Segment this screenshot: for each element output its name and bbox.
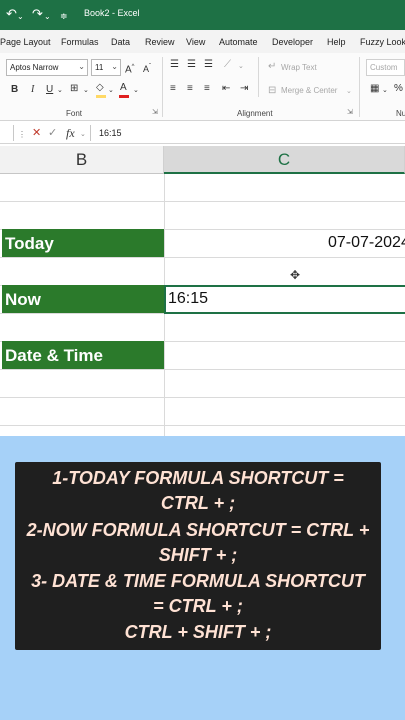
cancel-icon[interactable]: ✕ [32, 126, 41, 140]
formula-bar: ⋮ ✕ ✓ fx ⌄ 16:15 [0, 122, 405, 144]
tab-review[interactable]: Review [145, 37, 175, 47]
font-color-dropdown-icon[interactable]: ⌄ [133, 85, 139, 97]
alignment-group-label: Alignment [237, 109, 273, 118]
more-options-icon[interactable]: ⋮ [18, 128, 26, 142]
font-color-icon[interactable]: A [120, 82, 127, 94]
grid-line [0, 425, 405, 426]
tab-automate[interactable]: Automate [219, 37, 258, 47]
group-separator [258, 57, 259, 97]
accounting-dropdown-icon[interactable]: ⌄ [382, 85, 388, 97]
wrap-text-icon[interactable]: ↵ [268, 61, 276, 73]
shortcut-caption-box: 1-TODAY FORMULA SHORTCUT = CTRL + ; 2-NO… [15, 462, 381, 650]
underline-dropdown-icon[interactable]: ⌄ [57, 85, 63, 97]
grid-line [0, 397, 405, 398]
tab-data[interactable]: Data [111, 37, 130, 47]
group-separator [162, 57, 163, 117]
number-format-value: Custom [370, 63, 398, 72]
chevron-down-icon: ⌄ [78, 62, 85, 71]
tab-developer[interactable]: Developer [272, 37, 313, 47]
grid-line [0, 369, 405, 370]
grid-line [0, 201, 405, 202]
name-box[interactable] [0, 125, 14, 141]
cell-label-today[interactable]: Today [2, 229, 164, 257]
fill-color-icon[interactable]: ◇ [96, 82, 104, 94]
orientation-dropdown-icon[interactable]: ⌄ [238, 61, 244, 73]
caption-line: CTRL + ; [160, 493, 236, 513]
column-header-b[interactable]: B [0, 146, 164, 174]
number-group-label: Nu [396, 109, 405, 118]
caption-line: 2-NOW FORMULA SHORTCUT = CTRL + [26, 520, 370, 540]
underline-button[interactable]: U [46, 84, 53, 96]
fill-color-dropdown-icon[interactable]: ⌄ [108, 85, 114, 97]
caption-line: 3- DATE & TIME FORMULA SHORTCUT [31, 571, 365, 591]
borders-dropdown-icon[interactable]: ⌄ [83, 85, 89, 97]
cell-value-today[interactable]: 07-07-2024 [328, 234, 405, 252]
align-right-icon[interactable]: ≡ [204, 83, 210, 95]
italic-button[interactable]: I [31, 84, 34, 96]
align-middle-icon[interactable]: ☰ [187, 59, 196, 71]
ribbon: Aptos Narrow ⌄ 11 ⌄ A^ Aˇ B I U ⌄ ⊞ ⌄ ◇ … [0, 53, 405, 121]
tab-formulas[interactable]: Formulas [61, 37, 99, 47]
number-format-select[interactable]: Custom [366, 59, 405, 76]
chevron-down-icon: ⌄ [111, 62, 118, 71]
font-name-value: Aptos Narrow [10, 63, 59, 72]
customize-quick-access-icon[interactable]: ≑ [60, 8, 68, 24]
align-center-icon[interactable]: ≡ [187, 83, 193, 95]
cell-label-date-time[interactable]: Date & Time [2, 341, 164, 369]
caption-line: 1-TODAY FORMULA SHORTCUT = [52, 468, 344, 488]
undo-dropdown-icon[interactable]: ⌄ [17, 9, 24, 25]
fill-color-swatch [96, 95, 106, 98]
document-title: Book2 - Excel [84, 8, 140, 18]
group-separator [359, 57, 360, 117]
dialog-launcher-icon[interactable]: ⇲ [152, 107, 158, 119]
caption-line: CTRL + SHIFT + ; [124, 622, 272, 642]
font-color-swatch [119, 95, 129, 98]
grow-font-icon[interactable]: A^ [125, 61, 135, 76]
active-cell-selection [164, 285, 405, 314]
cell-label-now[interactable]: Now [2, 285, 164, 313]
tab-page-layout[interactable]: Page Layout [0, 37, 51, 47]
enter-icon[interactable]: ✓ [48, 126, 57, 140]
title-bar: ↶ ⌄ ↷ ⌄ ≑ Book2 - Excel [0, 0, 405, 30]
redo-dropdown-icon[interactable]: ⌄ [44, 9, 51, 25]
shrink-font-icon[interactable]: Aˇ [143, 61, 151, 75]
dialog-launcher-icon[interactable]: ⇲ [347, 107, 353, 119]
align-bottom-icon[interactable]: ☰ [204, 59, 213, 71]
orientation-icon[interactable]: ⟋ [224, 59, 231, 71]
borders-icon[interactable]: ⊞ [70, 83, 78, 95]
grid-line [0, 257, 405, 258]
cell-cursor-icon: ✥ [290, 268, 301, 282]
wrap-text-label[interactable]: Wrap Text [281, 63, 317, 72]
merge-center-icon[interactable]: ⊟ [268, 85, 276, 97]
caption-line: = CTRL + ; [153, 596, 243, 616]
align-left-icon[interactable]: ≡ [170, 83, 176, 95]
font-size-select[interactable]: 11 ⌄ [91, 59, 121, 76]
font-group-label: Font [66, 109, 83, 118]
merge-center-label[interactable]: Merge & Center [281, 86, 337, 95]
insert-function-button[interactable]: fx [66, 126, 75, 140]
bold-button[interactable]: B [11, 84, 18, 96]
percent-style-icon[interactable]: % [394, 83, 403, 95]
tab-fuzzy-lookup[interactable]: Fuzzy Looku [360, 37, 405, 47]
column-header-c[interactable]: C [164, 146, 405, 174]
tab-view[interactable]: View [186, 37, 205, 47]
font-size-value: 11 [95, 63, 104, 72]
merge-dropdown-icon[interactable]: ⌄ [346, 86, 352, 98]
ribbon-tabs: Page Layout Formulas Data Review View Au… [0, 30, 405, 53]
formula-input[interactable]: 16:15 [90, 125, 405, 141]
formula-bar-dropdown-icon[interactable]: ⌄ [80, 128, 86, 142]
tab-help[interactable]: Help [327, 37, 346, 47]
decrease-indent-icon[interactable]: ⇤ [222, 83, 230, 95]
undo-icon[interactable]: ↶ [6, 6, 17, 22]
accounting-format-icon[interactable]: ▦ [370, 83, 379, 95]
redo-icon[interactable]: ↷ [32, 6, 43, 22]
worksheet-grid: B C Today 07-07-2024 ✥ Now 16:15 Date & … [0, 146, 405, 436]
align-top-icon[interactable]: ☰ [170, 59, 179, 71]
caption-line: SHIFT + ; [158, 545, 238, 565]
increase-indent-icon[interactable]: ⇥ [240, 83, 248, 95]
font-name-select[interactable]: Aptos Narrow ⌄ [6, 59, 88, 76]
